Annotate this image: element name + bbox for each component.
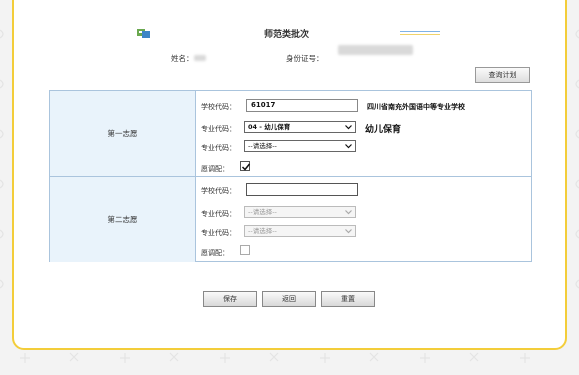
second-choice-label: 第二志愿	[50, 177, 196, 262]
major1-label: 专业代码：	[201, 125, 236, 133]
adjust-label-2: 愿调配：	[201, 249, 229, 257]
choice-form: 第一志愿 学校代码： 61017 四川省南充外国语中等专业学校 专业代码： 04…	[49, 90, 532, 262]
back-button[interactable]: 返回	[262, 291, 316, 307]
reset-button[interactable]: 重置	[321, 291, 375, 307]
school-code-label: 学校代码：	[201, 103, 236, 111]
chevron-down-icon	[345, 125, 352, 130]
adjust-checkbox[interactable]	[240, 161, 251, 171]
major1-selected-value-2: --请选择--	[248, 208, 277, 216]
adjust-checkbox-2[interactable]	[240, 245, 250, 255]
school-code-label-2: 学校代码：	[201, 187, 236, 195]
major1-select[interactable]: 04 - 幼儿保育	[244, 121, 356, 133]
chevron-down-icon	[345, 210, 352, 215]
major1-label-2: 专业代码：	[201, 210, 236, 218]
second-choice-section: 第二志愿 学校代码： 专业代码： --请选择-- 专业代码： --请选择-- 愿…	[50, 177, 531, 262]
applicant-info: 姓名： 身份证号：	[0, 45, 579, 65]
check-icon	[241, 163, 251, 171]
major2-select-2[interactable]: --请选择--	[244, 225, 356, 237]
major1-name: 幼儿保育	[365, 125, 402, 135]
major1-selected-value: 04 - 幼儿保育	[248, 123, 291, 131]
major2-select[interactable]: --请选择--	[244, 140, 356, 152]
save-button[interactable]: 保存	[203, 291, 257, 307]
name-label: 姓名：	[171, 54, 194, 63]
adjust-label: 愿调配：	[201, 165, 229, 173]
school-code-input[interactable]: 61017	[246, 99, 358, 112]
header: 师范类批次	[0, 25, 579, 41]
app-logo-icon	[137, 29, 150, 38]
school-code-input-2[interactable]	[246, 183, 358, 196]
name-redacted	[194, 55, 206, 61]
major1-select-2[interactable]: --请选择--	[244, 206, 356, 218]
major2-selected-value-2: --请选择--	[248, 227, 277, 235]
major2-selected-value: --请选择--	[248, 142, 277, 150]
underline-link-icon[interactable]	[400, 31, 440, 39]
first-choice-section: 第一志愿 学校代码： 61017 四川省南充外国语中等专业学校 专业代码： 04…	[50, 91, 531, 177]
major2-label-2: 专业代码：	[201, 229, 236, 237]
id-label: 身份证号：	[286, 54, 324, 63]
first-choice-label: 第一志愿	[50, 91, 196, 176]
school-name: 四川省南充外国语中等专业学校	[367, 103, 465, 111]
page-title: 师范类批次	[264, 30, 310, 40]
query-plan-button[interactable]: 查询计划	[475, 67, 530, 83]
id-redacted	[338, 45, 413, 55]
chevron-down-icon	[345, 229, 352, 234]
major2-label: 专业代码：	[201, 144, 236, 152]
chevron-down-icon	[345, 144, 352, 149]
